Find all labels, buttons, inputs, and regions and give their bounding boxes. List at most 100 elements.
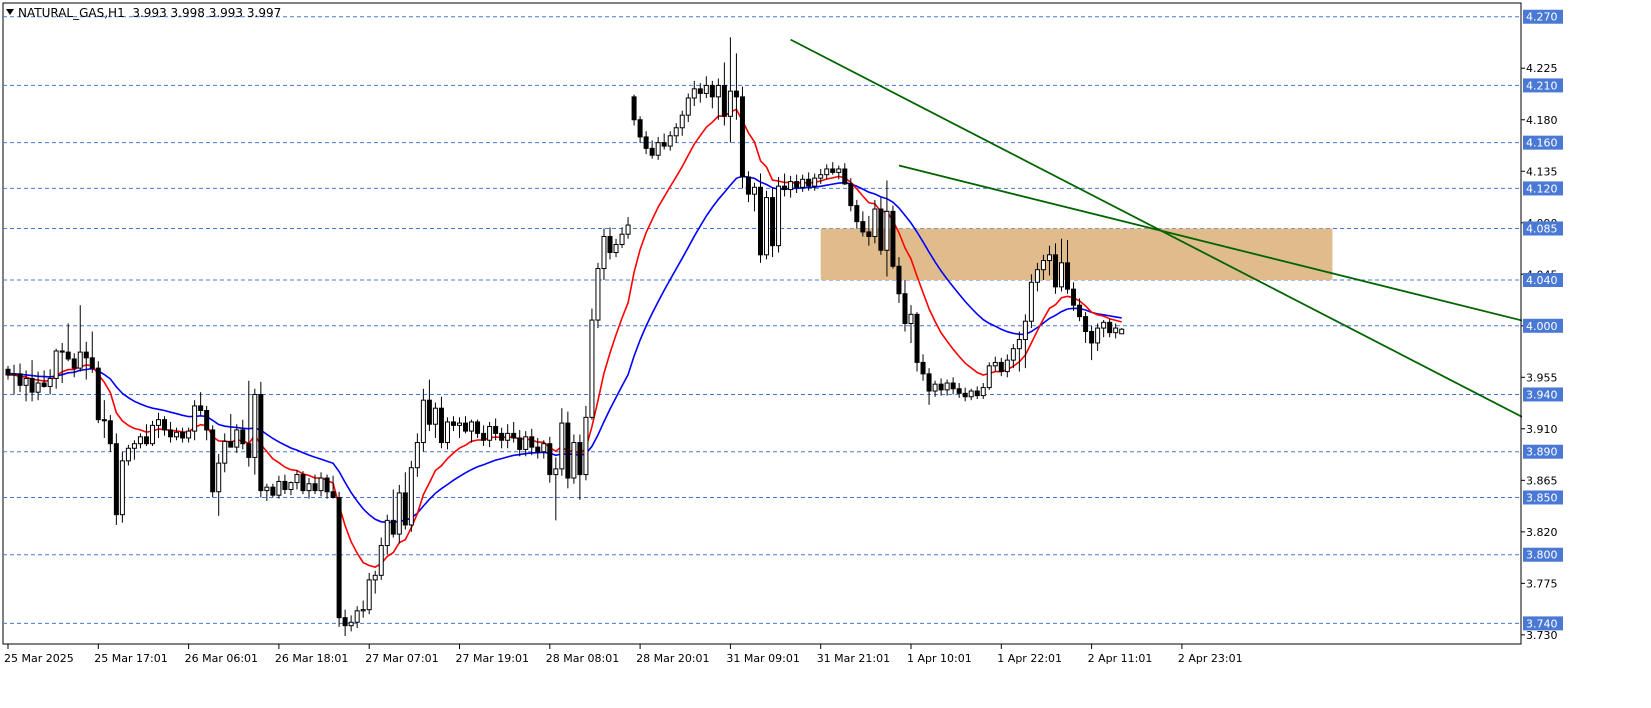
candle-body-bear [5,368,11,376]
price-level-tag-label: 4.120 [1526,182,1558,195]
candle-body-bear [607,236,613,254]
candle-body-bull [318,477,324,492]
candle-body-bear [463,422,469,432]
candle-body-bull [174,431,180,438]
candle-body-bull [23,377,29,386]
candle-body-bull [252,393,258,458]
candle [1028,274,1034,329]
price-tick-label: 4.180 [1526,114,1558,127]
price-level-tag: 3.800 [1523,547,1563,562]
price-level-tag-label: 3.890 [1526,446,1558,459]
candle-body-bear [198,405,204,411]
candle-body-bear [143,436,149,445]
chart-window[interactable]: 4.2254.1804.1354.0904.0454.0003.9553.910… [0,0,1651,708]
candle [565,411,571,489]
candle-body-bull [119,460,125,516]
candle-body-bull [366,579,372,611]
candle-body-bear [577,442,583,476]
axis-background [1522,0,1651,708]
candle-body-bull [137,436,143,445]
dropdown-arrow-icon[interactable] [6,9,14,15]
price-level-tag: 4.210 [1523,78,1563,93]
candle-body-bull [294,474,300,484]
candle-body-bear [565,422,571,479]
candle-body-bear [878,208,884,251]
price-level-tag-label: 4.210 [1526,79,1558,92]
candle-body-bear [962,392,968,398]
candle-body-bear [240,429,246,445]
time-tick-label: 25 Mar 17:01 [94,652,167,665]
candle-body-bull [986,365,992,389]
candle-body-bull [444,421,450,444]
price-level-tag: 4.040 [1523,273,1563,288]
candle-body-bull [619,233,625,246]
candle-body-bear [782,185,788,191]
candle-body-bear [336,496,342,619]
candle-body-bull [691,88,697,99]
price-level-tag-label: 3.850 [1526,491,1558,504]
candle-body-bear [842,168,848,185]
candle-body-bull [589,319,595,418]
candle-body-bear [848,183,854,207]
candle-body-bear [739,96,745,178]
candle-body-bear [204,409,210,431]
candle-body-bear [402,492,408,526]
candle-body-bear [950,382,956,390]
candle-body-bull [1113,327,1119,334]
price-level-tag: 4.160 [1523,135,1563,150]
candle-body-bull [77,351,83,369]
candle-body-bear [89,357,95,369]
candle-body-bull [53,350,59,379]
candle [589,308,595,420]
candle-body-bear [162,419,168,431]
price-level-tag: 4.120 [1523,181,1563,196]
candle-body-bear [914,313,920,363]
candle-body-bear [475,421,481,434]
time-tick-label: 2 Apr 11:01 [1088,652,1153,665]
candle [1119,328,1125,335]
candle-body-bull [156,419,161,426]
candle-body-bear [890,210,896,267]
candle-body-bear [974,390,980,397]
candle-body-bear [758,186,763,256]
price-level-tag: 4.085 [1523,221,1563,236]
candle-body-bull [372,574,378,581]
candle [113,433,119,525]
candle-body-bull [1095,327,1101,344]
price-level-tag-label: 3.940 [1526,388,1558,401]
candle-body-bull [432,407,438,425]
candle-body-bear [902,293,908,325]
candle-body-bull [523,436,529,450]
price-level-tag-label: 3.800 [1526,549,1558,562]
candle-body-bull [800,178,806,188]
candle-body-bull [968,390,974,398]
symbol-header: NATURAL_GAS,H1 3.993 3.998 3.993 3.997 [6,6,281,20]
candle-body-bull [222,440,228,464]
candle-body-bull [354,610,360,623]
candle-body-bear [426,399,432,425]
price-tick-label: 4.135 [1526,165,1558,178]
candle-body-bull [1040,260,1046,271]
candle-body-bull [487,426,493,441]
candle-body-bull [541,443,547,453]
candle-body-bull [186,430,192,439]
candle-body-bull [396,492,402,535]
price-level-tag-label: 3.740 [1526,617,1558,630]
candle-body-bear [1071,288,1077,306]
candle-body-bull [1059,262,1064,288]
price-level-tag: 3.850 [1523,490,1563,505]
candle-body-bull [613,244,619,254]
candle-body-bull [836,168,842,173]
price-chart[interactable]: 4.2254.1804.1354.0904.0454.0003.9553.910… [0,0,1651,708]
candle-body-bear [499,432,505,441]
candle-body-bear [107,420,113,445]
candle-body-bear [721,84,727,117]
price-tick-label: 3.955 [1526,371,1558,384]
candle-body-bear [830,168,836,173]
candle-body-bull [11,373,17,376]
candle-body-bear [59,350,65,353]
candle [986,362,992,390]
candle-body-bear [938,383,944,391]
candle-body-bull [457,422,462,426]
candle [258,381,264,498]
